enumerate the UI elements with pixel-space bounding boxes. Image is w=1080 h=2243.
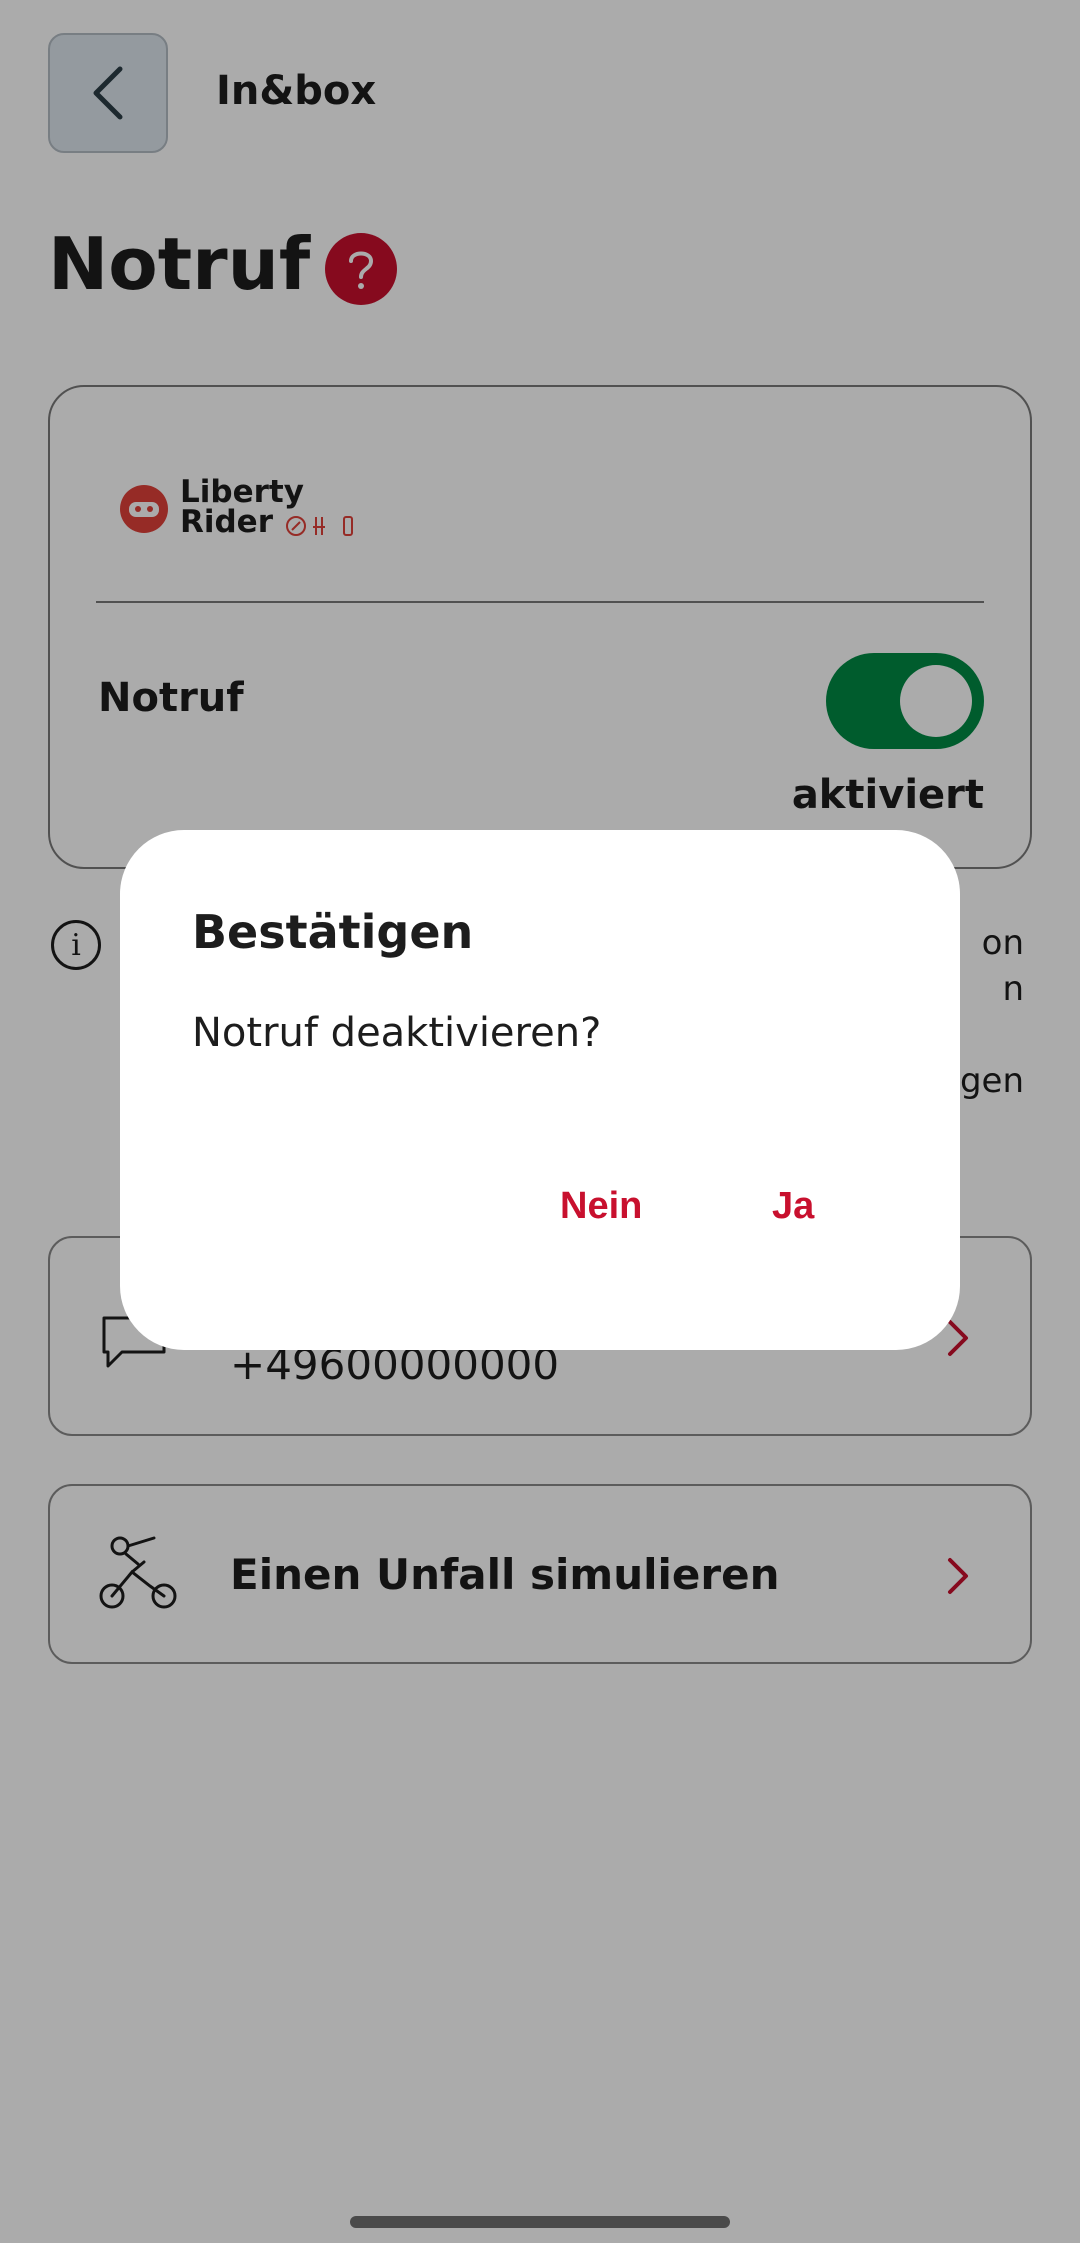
confirm-dialog: Bestätigen Notruf deaktivieren? Nein Ja [120,830,960,1350]
yes-button[interactable]: Ja [752,1175,834,1238]
dialog-title: Bestätigen [192,905,474,959]
dialog-message: Notruf deaktivieren? [192,1010,602,1056]
emergency-call-screen: In&box Notruf Liberty Rider Notruf aktiv… [0,0,1080,2243]
home-indicator[interactable] [350,2216,730,2228]
no-button[interactable]: Nein [540,1175,662,1238]
